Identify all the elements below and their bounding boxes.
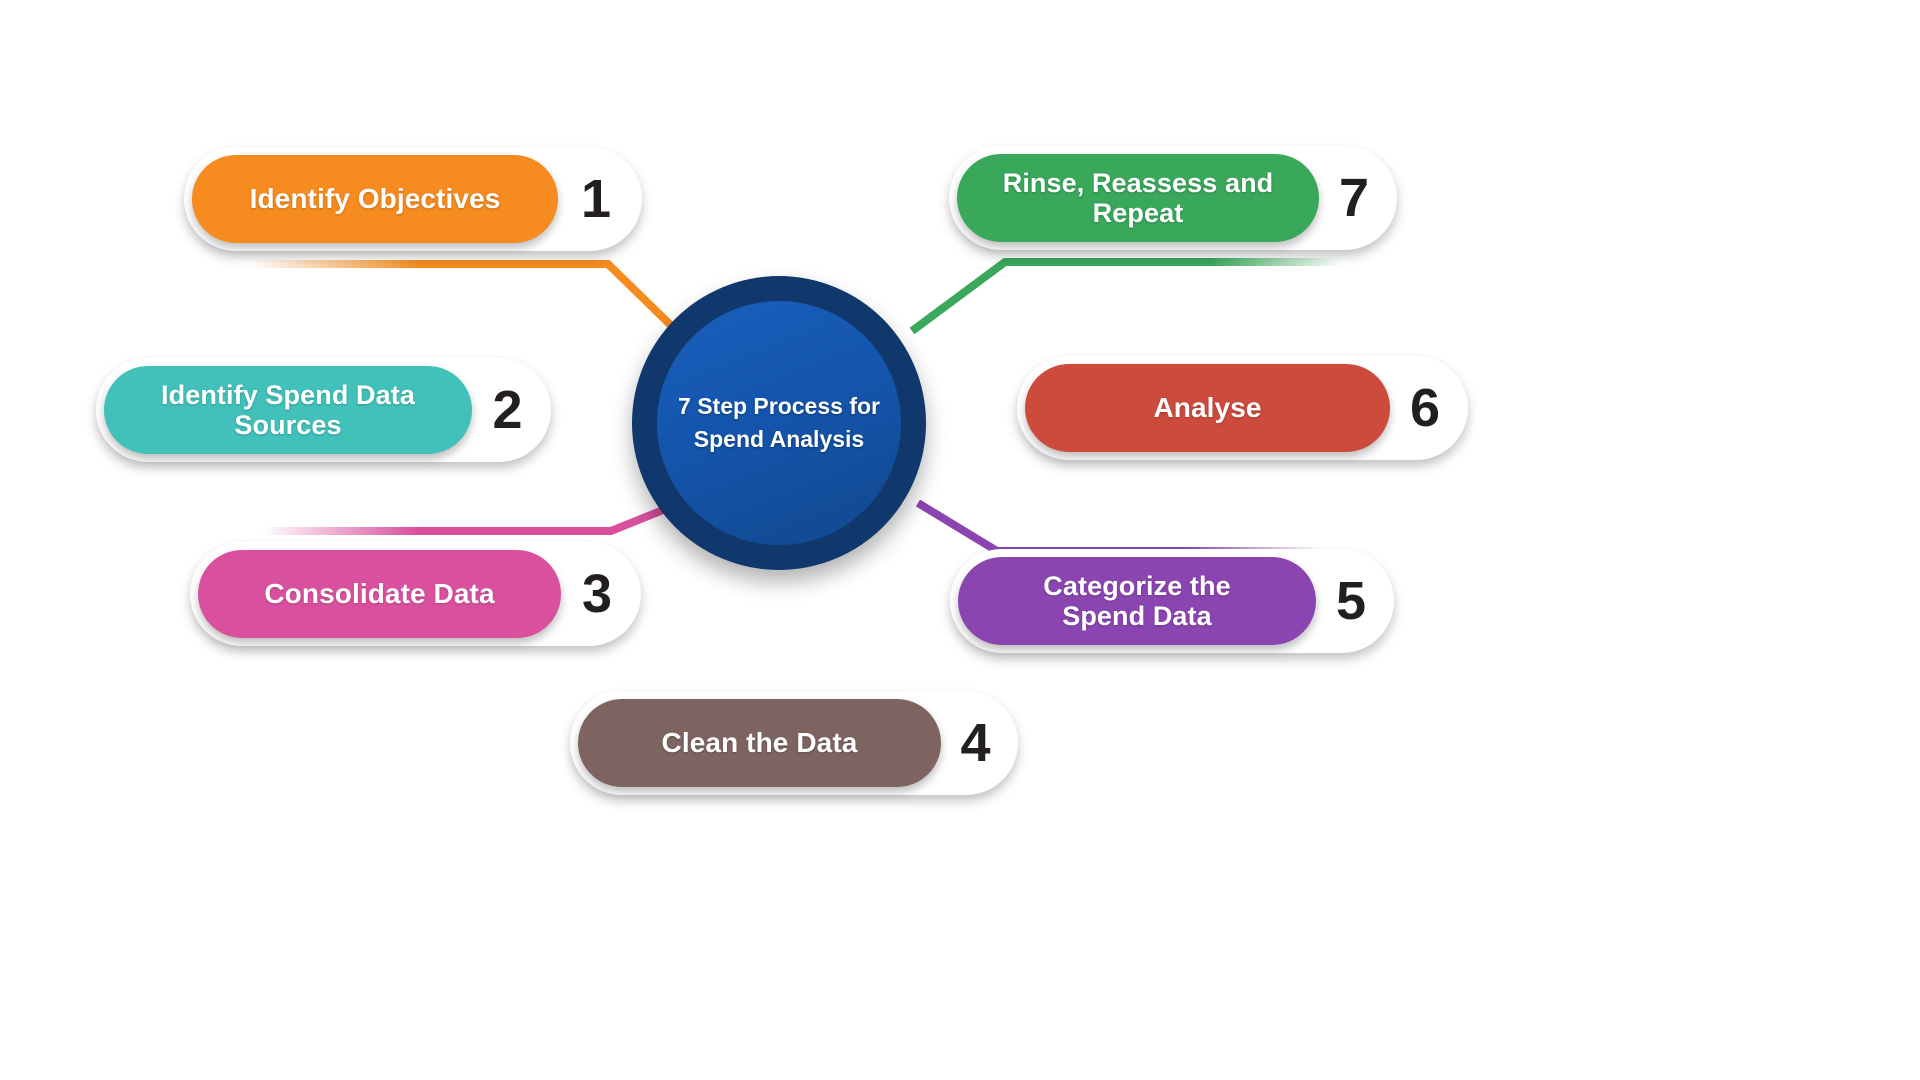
step-label-1: Identify Objectives: [249, 183, 501, 215]
step-number-4: 4: [960, 713, 991, 773]
step-pill-2: Identify Spend Data Sources: [104, 366, 472, 454]
step-label-2: Identify Spend Data Sources: [161, 379, 415, 440]
step-label-3: Consolidate Data: [264, 578, 495, 610]
step-number-7: 7: [1338, 168, 1370, 228]
connector-step-7: [909, 258, 1340, 335]
step-pill-3: Consolidate Data: [198, 550, 561, 638]
step-number-5: 5: [1335, 571, 1367, 631]
step-label-5: Categorize the Spend Data: [1043, 570, 1231, 631]
step-pill-4: Clean the Data: [578, 699, 941, 787]
connector-step-5: [915, 499, 1320, 555]
step-node-6[interactable]: Analyse 6: [1017, 356, 1468, 460]
connector-step-1: [255, 260, 693, 347]
center-hub-inner: 7 Step Process for Spend Analysis: [657, 301, 901, 545]
step-node-7[interactable]: Rinse, Reassess and Repeat 7: [949, 146, 1397, 250]
step-node-5[interactable]: Categorize the Spend Data 5: [950, 549, 1394, 653]
step-pill-1: Identify Objectives: [192, 155, 558, 243]
step-pill-5: Categorize the Spend Data: [958, 557, 1316, 645]
center-hub: 7 Step Process for Spend Analysis: [632, 276, 926, 570]
step-number-3: 3: [581, 564, 613, 624]
step-label-6: Analyse: [1153, 392, 1262, 424]
step-node-3[interactable]: Consolidate Data 3: [190, 542, 641, 646]
step-pill-6: Analyse: [1025, 364, 1390, 452]
connector-step-3: [262, 496, 690, 535]
center-hub-label: 7 Step Process for Spend Analysis: [678, 393, 880, 452]
step-node-2[interactable]: Identify Spend Data Sources 2: [96, 358, 551, 462]
step-node-4[interactable]: Clean the Data 4: [570, 691, 1018, 795]
step-label-4: Clean the Data: [661, 727, 858, 759]
diagram-canvas: 7 Step Process for Spend Analysis Identi…: [0, 0, 1920, 1080]
step-node-1[interactable]: Identify Objectives 1: [184, 147, 642, 251]
step-number-6: 6: [1409, 378, 1441, 438]
step-label-7: Rinse, Reassess and Repeat: [1002, 167, 1274, 228]
step-pill-7: Rinse, Reassess and Repeat: [957, 154, 1319, 242]
step-number-1: 1: [580, 169, 612, 229]
step-number-2: 2: [492, 380, 523, 440]
